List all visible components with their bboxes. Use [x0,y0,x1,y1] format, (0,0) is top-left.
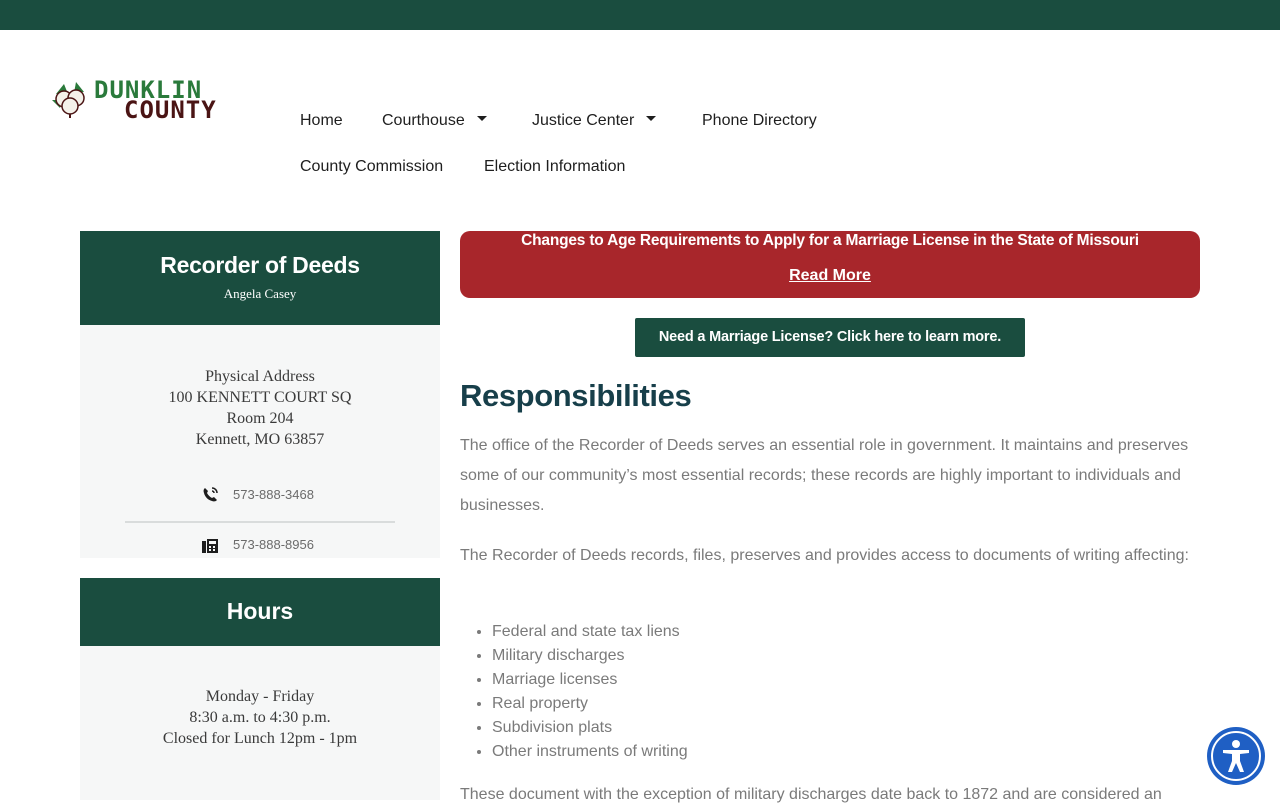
nav-county-commission[interactable]: County Commission [300,157,443,177]
nav-home-label: Home [300,112,343,129]
recorder-title: Recorder of Deeds [160,252,360,278]
paragraph-history: These document with the exception of mil… [460,786,1162,803]
nav-phone-directory-label: Phone Directory [702,112,817,129]
cotton-boll-icon [52,82,85,118]
phone-row[interactable]: 573-888-3468 [80,484,440,508]
contact-divider [125,521,395,523]
phone-number[interactable]: 573-888-3468 [233,486,314,504]
phone-icon [203,487,218,502]
caret-down-icon [646,116,657,122]
fax-icon [202,539,218,553]
nav-courthouse-label: Courthouse [382,112,465,129]
read-more-link[interactable]: Read More [460,266,1200,286]
fax-number[interactable]: 573-888-8956 [233,536,314,554]
nav-county-commission-label: County Commission [300,158,444,175]
list-item: Subdivision plats [492,716,1200,740]
list-item: Military discharges [492,644,1200,668]
records-list: Federal and state tax liens Military dis… [460,620,1200,764]
accessibility-icon [1223,740,1249,772]
address-label: Physical Address [205,368,315,385]
hours-lunch: Closed for Lunch 12pm - 1pm [162,730,358,747]
physical-address: Physical Address 100 KENNETT COURT SQ Ro… [80,366,440,450]
address-city: Kennett, MO 63857 [195,431,325,448]
hours-header: Hours [80,578,440,646]
caret-down-icon [476,116,487,122]
recorder-name: Angela Casey [223,286,297,301]
nav-courthouse[interactable]: Courthouse [382,111,487,131]
hours-time: 8:30 a.m. to 4:30 p.m. [189,709,331,726]
list-item: Federal and state tax liens [492,620,1200,644]
top-bar [0,0,1280,30]
recorder-contact-card: Physical Address 100 KENNETT COURT SQ Ro… [80,325,440,558]
address-room: Room 204 [226,410,294,427]
hours-title: Hours [226,598,294,624]
nav-election-information-label: Election Information [484,158,626,175]
paragraph-intro: The office of the Recorder of Deeds serv… [460,437,1189,514]
list-item: Real property [492,692,1200,716]
nav-home[interactable]: Home [300,111,343,131]
paragraph-records: The Recorder of Deeds records, files, pr… [460,547,1189,564]
hours-days: Monday - Friday [205,688,315,705]
nav-phone-directory[interactable]: Phone Directory [702,111,817,131]
fax-row[interactable]: 573-888-8956 [80,534,440,558]
nav-election-information[interactable]: Election Information [484,157,625,177]
responsibilities-heading: Responsibilities [460,378,692,413]
list-item: Marriage licenses [492,668,1200,692]
nav-justice-center[interactable]: Justice Center [532,111,657,131]
accessibility-button[interactable] [1207,727,1265,785]
marriage-license-button[interactable]: Need a Marriage License? Click here to l… [635,318,1025,357]
hours-card: Monday - Friday 8:30 a.m. to 4:30 p.m. C… [80,646,440,800]
hours-text: Monday - Friday 8:30 a.m. to 4:30 p.m. C… [80,686,440,749]
alert-text: Changes to Age Requirements to Apply for… [521,232,1139,249]
recorder-header: Recorder of Deeds Angela Casey [80,231,440,325]
nav-justice-center-label: Justice Center [532,112,635,129]
site-logo[interactable]: DUNKLIN COUNTY [50,78,230,122]
logo-line-2: COUNTY [124,96,217,124]
marriage-age-alert: Changes to Age Requirements to Apply for… [460,231,1200,298]
address-street: 100 KENNETT COURT SQ [168,389,352,406]
list-item: Other instruments of writing [492,740,1200,764]
